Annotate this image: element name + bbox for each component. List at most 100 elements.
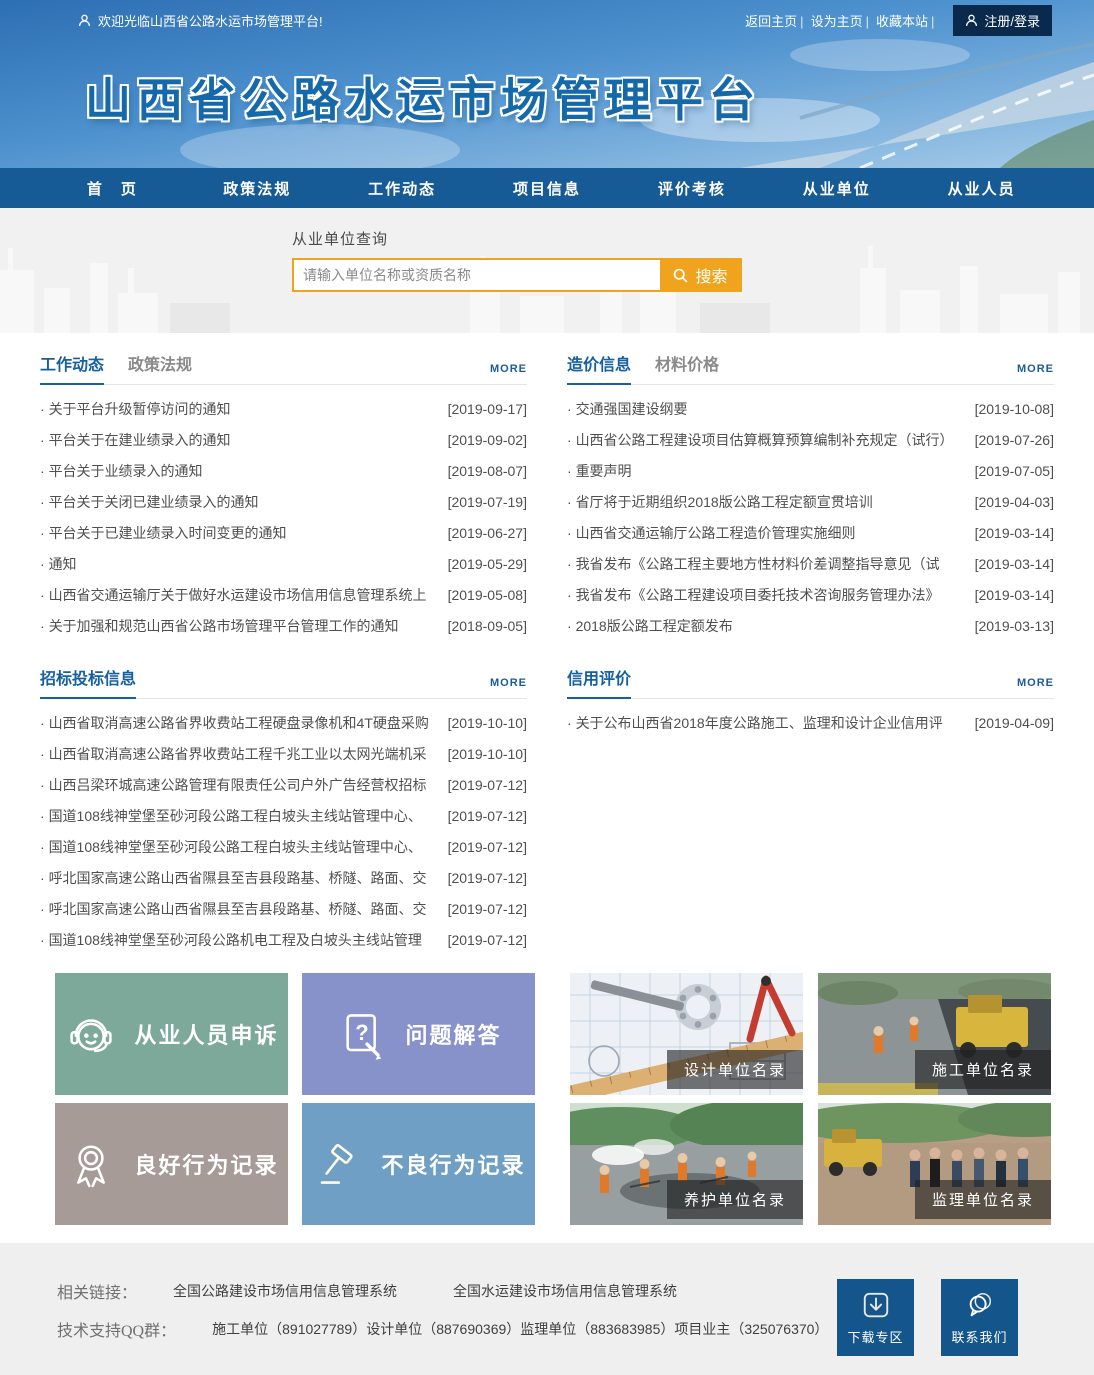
news-title[interactable]: 山西省取消高速公路省界收费站工程硬盘录像机和4T硬盘采购 — [40, 713, 442, 733]
news-title[interactable]: 国道108线神堂堡至砂河段公路机电工程及白坡头主线站管理 — [40, 930, 442, 950]
nav-item[interactable]: 工作动态 — [330, 168, 475, 208]
welcome-text: 欢迎光临山西省公路水运市场管理平台! — [98, 11, 323, 30]
news-date: [2019-07-05] — [975, 463, 1054, 479]
news-item[interactable]: 交通强国建设纲要 [2019-10-08] — [567, 393, 1054, 424]
news-item[interactable]: 关于加强和规范山西省公路市场管理平台管理工作的通知 [2018-09-05] — [40, 610, 527, 641]
news-title[interactable]: 关于平台升级暂停访问的通知 — [40, 399, 442, 419]
news-item[interactable]: 关于平台升级暂停访问的通知 [2019-09-17] — [40, 393, 527, 424]
search-icon — [672, 267, 689, 284]
news-item[interactable]: 国道108线神堂堡至砂河段公路机电工程及白坡头主线站管理 [2019-07-12… — [40, 924, 527, 955]
nav-item[interactable]: 政策法规 — [185, 168, 330, 208]
news-item[interactable]: 我省发布《公路工程主要地方性材料价差调整指导意见（试 [2019-03-14] — [567, 548, 1054, 579]
cost-news-list: 交通强国建设纲要 [2019-10-08] 山西省公路工程建设项目估算概算预算编… — [567, 393, 1054, 641]
news-title[interactable]: 平台关于已建业绩录入时间变更的通知 — [40, 523, 442, 543]
news-item[interactable]: 关于公布山西省2018年度公路施工、监理和设计企业信用评 [2019-04-09… — [567, 707, 1054, 738]
news-title[interactable]: 国道108线神堂堡至砂河段公路工程白坡头主线站管理中心、 — [40, 837, 442, 857]
news-item[interactable]: 山西省取消高速公路省界收费站工程硬盘录像机和4T硬盘采购 [2019-10-10… — [40, 707, 527, 738]
news-title[interactable]: 我省发布《公路工程主要地方性材料价差调整指导意见（试 — [567, 554, 969, 574]
news-item[interactable]: 通知 [2019-05-29] — [40, 548, 527, 579]
news-item[interactable]: 国道108线神堂堡至砂河段公路工程白坡头主线站管理中心、 [2019-07-12… — [40, 800, 527, 831]
section-credit: 信用评价 MORE 关于公布山西省2018年度公路施工、监理和设计企业信用评 [… — [567, 665, 1054, 955]
news-title[interactable]: 呼北国家高速公路山西省隰县至吉县段路基、桥隧、路面、交 — [40, 899, 442, 919]
news-item[interactable]: 省厅将于近期组织2018版公路工程定额宣贯培训 [2019-04-03] — [567, 486, 1054, 517]
nav-item[interactable]: 从业人员 — [909, 168, 1054, 208]
news-date: [2019-10-08] — [975, 401, 1054, 417]
more-link[interactable]: MORE — [1017, 363, 1054, 375]
more-link[interactable]: MORE — [490, 677, 527, 689]
headset-icon — [64, 1007, 118, 1061]
credit-list: 关于公布山西省2018年度公路施工、监理和设计企业信用评 [2019-04-09… — [567, 707, 1054, 738]
tab-work-news[interactable]: 工作动态 — [40, 351, 104, 375]
news-title[interactable]: 2018版公路工程定额发布 — [567, 616, 969, 636]
supervision-units-directory[interactable]: 监理单位名录 — [818, 1103, 1051, 1225]
tile-question-answer[interactable]: ? 问题解答 — [302, 973, 535, 1095]
news-title[interactable]: 山西吕梁环城高速公路管理有限责任公司户外广告经营权招标 — [40, 775, 442, 795]
news-title[interactable]: 山西省交通运输厅公路工程造价管理实施细则 — [567, 523, 969, 543]
news-title[interactable]: 关于加强和规范山西省公路市场管理平台管理工作的通知 — [40, 616, 442, 636]
download-zone-label: 下载专区 — [847, 1327, 903, 1346]
more-link[interactable]: MORE — [490, 363, 527, 375]
nav-item[interactable]: 首 页 — [40, 168, 185, 208]
news-item[interactable]: 我省发布《公路工程建设项目委托技术咨询服务管理办法》 [2019-03-14] — [567, 579, 1054, 610]
more-link[interactable]: MORE — [1017, 677, 1054, 689]
topbar-link[interactable]: 收藏本站 — [876, 14, 941, 29]
news-title[interactable]: 关于公布山西省2018年度公路施工、监理和设计企业信用评 — [567, 713, 969, 733]
svg-text:?: ? — [356, 1020, 371, 1045]
news-title[interactable]: 平台关于业绩录入的通知 — [40, 461, 442, 481]
news-title[interactable]: 平台关于关闭已建业绩录入的通知 — [40, 492, 442, 512]
news-item[interactable]: 山西吕梁环城高速公路管理有限责任公司户外广告经营权招标 [2019-07-12] — [40, 769, 527, 800]
news-item[interactable]: 平台关于已建业绩录入时间变更的通知 [2019-06-27] — [40, 517, 527, 548]
news-item[interactable]: 山西省交通运输厅关于做好水运建设市场信用信息管理系统上 [2019-05-08] — [40, 579, 527, 610]
related-link[interactable]: 全国水运建设市场信用信息管理系统 — [453, 1283, 677, 1299]
news-title[interactable]: 我省发布《公路工程建设项目委托技术咨询服务管理办法》 — [567, 585, 969, 605]
contact-us-button[interactable]: 联系我们 — [941, 1279, 1018, 1356]
search-button[interactable]: 搜索 — [660, 260, 740, 290]
related-link[interactable]: 全国公路建设市场信用信息管理系统 — [173, 1283, 397, 1299]
nav-item[interactable]: 从业单位 — [764, 168, 909, 208]
site-banner: 欢迎光临山西省公路水运市场管理平台! 返回主页设为主页收藏本站 注册/登录 山西… — [0, 0, 1094, 168]
credit-title: 信用评价 — [567, 665, 631, 689]
news-item[interactable]: 2018版公路工程定额发布 [2019-03-13] — [567, 610, 1054, 641]
news-item[interactable]: 重要声明 [2019-07-05] — [567, 455, 1054, 486]
search-label: 从业单位查询 — [292, 228, 1094, 249]
news-item[interactable]: 平台关于业绩录入的通知 [2019-08-07] — [40, 455, 527, 486]
news-item[interactable]: 国道108线神堂堡至砂河段公路工程白坡头主线站管理中心、 [2019-07-12… — [40, 831, 527, 862]
news-title[interactable]: 山西省公路工程建设项目估算概算预算编制补充规定（试行） — [567, 430, 969, 450]
footer-links-block: 相关链接： 全国公路建设市场信用信息管理系统全国水运建设市场信用信息管理系统 技… — [40, 1279, 828, 1356]
news-title[interactable]: 平台关于在建业绩录入的通知 — [40, 430, 442, 450]
news-item[interactable]: 山西省取消高速公路省界收费站工程千兆工业以太网光端机采 [2019-10-10] — [40, 738, 527, 769]
download-zone-button[interactable]: 下载专区 — [837, 1279, 914, 1356]
news-item[interactable]: 平台关于在建业绩录入的通知 [2019-09-02] — [40, 424, 527, 455]
maintenance-units-directory[interactable]: 养护单位名录 — [570, 1103, 803, 1225]
news-date: [2018-09-05] — [448, 618, 527, 634]
tile-bad-behavior[interactable]: 不良行为记录 — [302, 1103, 535, 1225]
news-title[interactable]: 呼北国家高速公路山西省隰县至吉县段路基、桥隧、路面、交 — [40, 868, 442, 888]
news-item[interactable]: 呼北国家高速公路山西省隰县至吉县段路基、桥隧、路面、交 [2019-07-12] — [40, 862, 527, 893]
tab-material-price[interactable]: 材料价格 — [655, 351, 719, 375]
news-title[interactable]: 山西省交通运输厅关于做好水运建设市场信用信息管理系统上 — [40, 585, 442, 605]
topbar-link[interactable]: 返回主页 — [745, 14, 810, 29]
login-button[interactable]: 注册/登录 — [953, 5, 1052, 36]
tab-cost-info[interactable]: 造价信息 — [567, 351, 631, 375]
news-title[interactable]: 交通强国建设纲要 — [567, 399, 969, 419]
search-input[interactable] — [294, 260, 660, 290]
tile-personnel-appeal[interactable]: 从业人员申诉 — [55, 973, 288, 1095]
related-links-label: 相关链接： — [57, 1279, 137, 1303]
news-title[interactable]: 国道108线神堂堡至砂河段公路工程白坡头主线站管理中心、 — [40, 806, 442, 826]
news-title[interactable]: 山西省取消高速公路省界收费站工程千兆工业以太网光端机采 — [40, 744, 442, 764]
nav-item[interactable]: 项目信息 — [475, 168, 620, 208]
design-units-directory[interactable]: 设计单位名录 — [570, 973, 803, 1095]
news-title[interactable]: 省厅将于近期组织2018版公路工程定额宣贯培训 — [567, 492, 969, 512]
news-date: [2019-03-13] — [975, 618, 1054, 634]
news-title[interactable]: 重要声明 — [567, 461, 969, 481]
tile-good-behavior[interactable]: 良好行为记录 — [55, 1103, 288, 1225]
news-item[interactable]: 山西省交通运输厅公路工程造价管理实施细则 [2019-03-14] — [567, 517, 1054, 548]
nav-item[interactable]: 评价考核 — [619, 168, 764, 208]
news-item[interactable]: 山西省公路工程建设项目估算概算预算编制补充规定（试行） [2019-07-26] — [567, 424, 1054, 455]
news-item[interactable]: 呼北国家高速公路山西省隰县至吉县段路基、桥隧、路面、交 [2019-07-12] — [40, 893, 527, 924]
construction-units-directory[interactable]: 施工单位名录 — [818, 973, 1051, 1095]
tab-policy[interactable]: 政策法规 — [128, 351, 192, 375]
news-title[interactable]: 通知 — [40, 554, 442, 574]
news-item[interactable]: 平台关于关闭已建业绩录入的通知 [2019-07-19] — [40, 486, 527, 517]
topbar-link[interactable]: 设为主页 — [811, 14, 876, 29]
